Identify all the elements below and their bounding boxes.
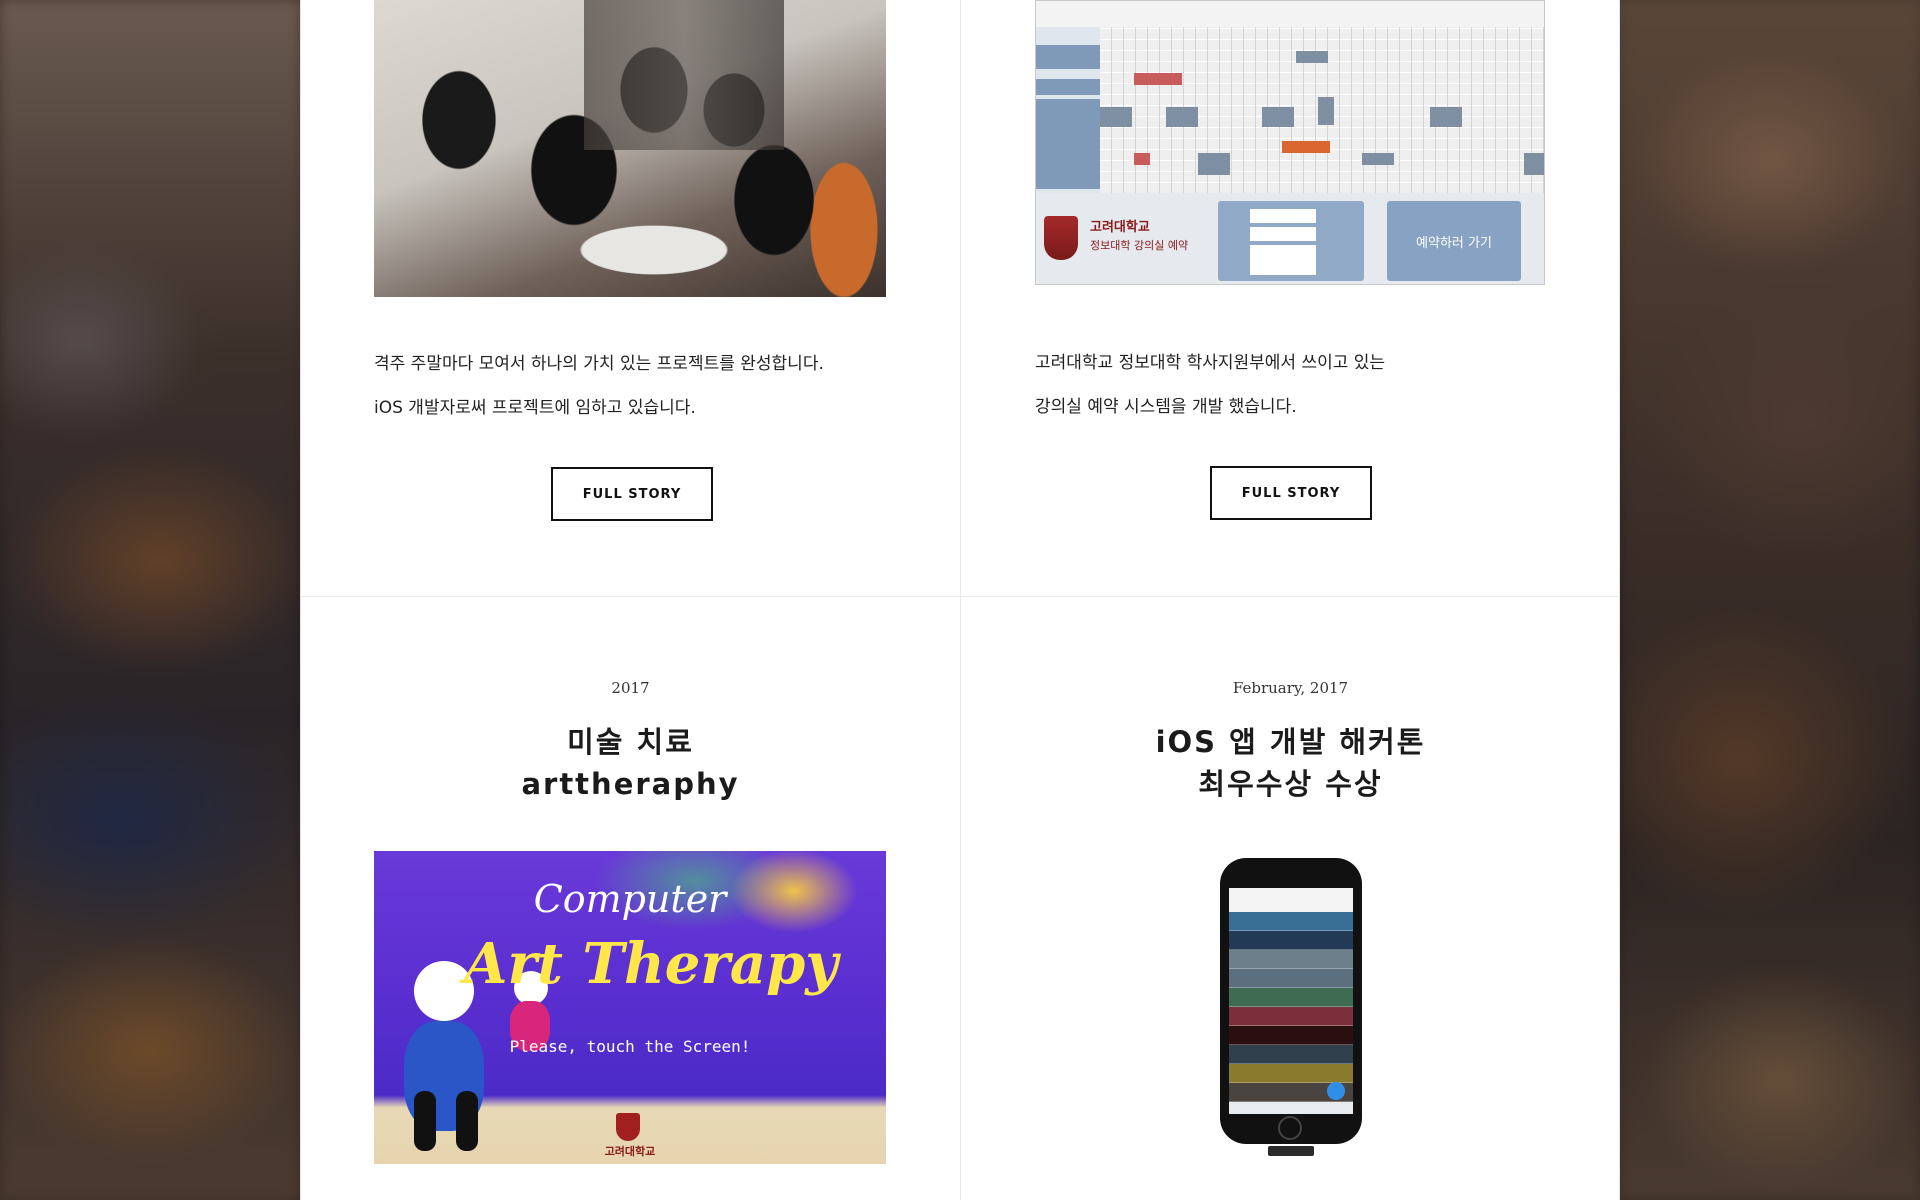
- korea-university-logo-icon: [616, 1113, 640, 1141]
- screenshot-form: [1218, 201, 1364, 281]
- team-photo: [374, 0, 886, 297]
- full-story-button[interactable]: FULL STORY: [551, 467, 713, 521]
- description-line: 고려대학교 정보대학 학사지원부에서 쓰이고 있는: [1035, 353, 1386, 373]
- title-line: iOS 앱 개발 해커톤: [1155, 725, 1426, 759]
- full-story-button[interactable]: FULL STORY: [1210, 466, 1372, 520]
- photo-window-detail: [584, 0, 784, 150]
- card-title: 미술 치료 arttheraphy: [301, 721, 960, 805]
- card-description: 격주 주말마다 모여서 하나의 가치 있는 프로젝트를 완성합니다. iOS 개…: [374, 342, 894, 430]
- art-image-line2: Art Therapy: [464, 931, 838, 997]
- art-image-line1: Computer: [533, 877, 727, 921]
- content-page: 격주 주말마다 모여서 하나의 가치 있는 프로젝트를 완성합니다. iOS 개…: [300, 0, 1620, 1200]
- card-classroom-reservation: 고려대학교 정보대학 강의실 예약 예약하러 가기 고려대학교 정보대학 학사지…: [961, 0, 1620, 596]
- screenshot-reserve-button: 예약하러 가기: [1387, 201, 1521, 281]
- description-line: 격주 주말마다 모여서 하나의 가치 있는 프로젝트를 완성합니다.: [374, 354, 824, 374]
- home-button-icon: [1278, 1116, 1302, 1140]
- korea-university-crest-icon: [1044, 216, 1078, 260]
- screenshot-title: 고려대학교 정보대학 강의실 예약: [1090, 219, 1188, 255]
- phone-screen: [1229, 888, 1353, 1114]
- art-image-logo-text: 고려대학교: [604, 1145, 656, 1158]
- art-therapy-image[interactable]: Computer Art Therapy Please, touch the S…: [374, 851, 886, 1164]
- iphone-mockup[interactable]: [1220, 858, 1362, 1144]
- title-line: 미술 치료: [567, 725, 694, 759]
- card-description: 고려대학교 정보대학 학사지원부에서 쓰이고 있는 강의실 예약 시스템을 개발…: [1035, 341, 1555, 429]
- card-date: 2017: [611, 679, 650, 697]
- screenshot-university: 고려대학교: [1090, 220, 1150, 235]
- background-right: [1620, 0, 1920, 1200]
- device-label: [1268, 1146, 1314, 1156]
- title-line: 최우수상 수상: [1198, 767, 1383, 801]
- background-left: [0, 0, 300, 1200]
- screenshot-system-name: 정보대학 강의실 예약: [1090, 239, 1189, 252]
- description-line: 강의실 예약 시스템을 개발 했습니다.: [1035, 397, 1297, 417]
- description-line: iOS 개발자로써 프로젝트에 임하고 있습니다.: [374, 398, 696, 418]
- reservation-screenshot: 고려대학교 정보대학 강의실 예약 예약하러 가기: [1035, 0, 1545, 285]
- card-study-group: 격주 주말마다 모여서 하나의 가치 있는 프로젝트를 완성합니다. iOS 개…: [301, 0, 960, 596]
- screenshot-room-column: [1036, 27, 1100, 193]
- art-image-line3: Please, touch the Screen!: [509, 1037, 751, 1056]
- title-line: arttheraphy: [521, 767, 740, 801]
- card-title: iOS 앱 개발 해커톤 최우수상 수상: [961, 721, 1620, 805]
- card-date: February, 2017: [1232, 679, 1349, 697]
